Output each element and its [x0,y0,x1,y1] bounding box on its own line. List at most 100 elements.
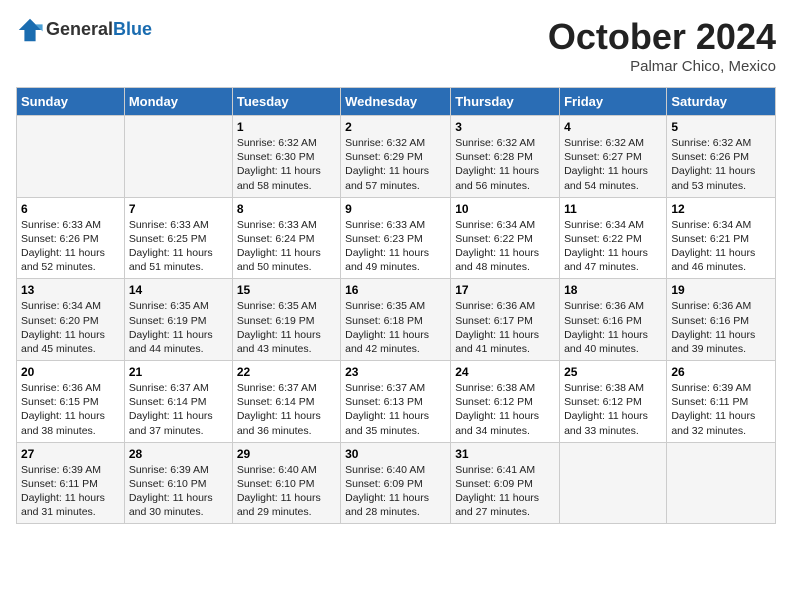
calendar-cell [560,442,667,524]
day-number: 6 [21,202,120,216]
day-info: Sunrise: 6:37 AM Sunset: 6:14 PM Dayligh… [237,381,336,438]
day-number: 5 [671,120,771,134]
calendar-cell: 26Sunrise: 6:39 AM Sunset: 6:11 PM Dayli… [667,361,776,443]
day-info: Sunrise: 6:39 AM Sunset: 6:10 PM Dayligh… [129,463,228,520]
day-number: 19 [671,283,771,297]
day-info: Sunrise: 6:36 AM Sunset: 6:16 PM Dayligh… [564,299,662,356]
day-number: 4 [564,120,662,134]
day-info: Sunrise: 6:34 AM Sunset: 6:22 PM Dayligh… [564,218,662,275]
week-row-2: 6 Sunrise: 6:33 AM Sunset: 6:26 PM Daylig… [17,197,776,279]
day-info: Sunrise: 6:36 AM Sunset: 6:17 PM Dayligh… [455,299,555,356]
day-number: 21 [129,365,228,379]
calendar-cell: 2Sunrise: 6:32 AM Sunset: 6:29 PM Daylig… [341,116,451,198]
day-info: Sunrise: 6:33 AM Sunset: 6:23 PM Dayligh… [345,218,446,275]
day-info: Sunrise: 6:34 AM Sunset: 6:22 PM Dayligh… [455,218,555,275]
day-number: 30 [345,447,446,461]
calendar-cell: 20 Sunrise: 6:36 AM Sunset: 6:15 PM Dayli… [17,361,125,443]
weekday-header-row: SundayMondayTuesdayWednesdayThursdayFrid… [17,88,776,116]
day-number: 27 [21,447,120,461]
day-info: Sunrise: 6:34 AM Sunset: 6:20 PM Dayligh… [21,299,120,356]
weekday-header-monday: Monday [124,88,232,116]
day-info: Sunrise: 6:36 AM Sunset: 6:15 PM Dayligh… [21,381,120,438]
day-number: 23 [345,365,446,379]
calendar-cell: 18 Sunrise: 6:36 AM Sunset: 6:16 PM Dayli… [560,279,667,361]
day-info: Sunrise: 6:38 AM Sunset: 6:12 PM Dayligh… [455,381,555,438]
day-number: 28 [129,447,228,461]
day-number: 26 [671,365,771,379]
day-info: Sunrise: 6:32 AM Sunset: 6:26 PM Dayligh… [671,136,771,193]
day-info: Sunrise: 6:32 AM Sunset: 6:28 PM Dayligh… [455,136,555,193]
calendar-cell: 7Sunrise: 6:33 AM Sunset: 6:25 PM Daylig… [124,197,232,279]
day-info: Sunrise: 6:40 AM Sunset: 6:09 PM Dayligh… [345,463,446,520]
day-number: 1 [237,120,336,134]
day-info: Sunrise: 6:35 AM Sunset: 6:19 PM Dayligh… [237,299,336,356]
day-number: 11 [564,202,662,216]
day-number: 10 [455,202,555,216]
day-number: 8 [237,202,336,216]
day-number: 22 [237,365,336,379]
day-number: 9 [345,202,446,216]
day-number: 24 [455,365,555,379]
day-info: Sunrise: 6:32 AM Sunset: 6:27 PM Dayligh… [564,136,662,193]
calendar-cell: 30 Sunrise: 6:40 AM Sunset: 6:09 PM Dayli… [341,442,451,524]
day-number: 18 [564,283,662,297]
calendar-cell: 12Sunrise: 6:34 AM Sunset: 6:21 PM Dayli… [667,197,776,279]
calendar-cell: 4 Sunrise: 6:32 AM Sunset: 6:27 PM Daylig… [560,116,667,198]
day-info: Sunrise: 6:35 AM Sunset: 6:19 PM Dayligh… [129,299,228,356]
day-info: Sunrise: 6:32 AM Sunset: 6:30 PM Dayligh… [237,136,336,193]
day-number: 31 [455,447,555,461]
day-number: 3 [455,120,555,134]
day-number: 17 [455,283,555,297]
weekday-header-thursday: Thursday [451,88,560,116]
calendar-cell: 10 Sunrise: 6:34 AM Sunset: 6:22 PM Dayli… [451,197,560,279]
calendar-cell: 21 Sunrise: 6:37 AM Sunset: 6:14 PM Dayli… [124,361,232,443]
calendar-cell [124,116,232,198]
calendar-cell: 17 Sunrise: 6:36 AM Sunset: 6:17 PM Dayli… [451,279,560,361]
calendar-cell: 29 Sunrise: 6:40 AM Sunset: 6:10 PM Dayli… [232,442,340,524]
weekday-header-friday: Friday [560,88,667,116]
day-info: Sunrise: 6:36 AM Sunset: 6:16 PM Dayligh… [671,299,771,356]
calendar-cell: 13Sunrise: 6:34 AM Sunset: 6:20 PM Dayli… [17,279,125,361]
calendar-table: SundayMondayTuesdayWednesdayThursdayFrid… [16,87,776,524]
logo-blue-text: Blue [113,19,152,39]
month-title: October 2024 [548,16,776,58]
day-info: Sunrise: 6:38 AM Sunset: 6:12 PM Dayligh… [564,381,662,438]
calendar-cell: 27Sunrise: 6:39 AM Sunset: 6:11 PM Dayli… [17,442,125,524]
calendar-cell [667,442,776,524]
calendar-cell: 25Sunrise: 6:38 AM Sunset: 6:12 PM Dayli… [560,361,667,443]
calendar-cell: 19 Sunrise: 6:36 AM Sunset: 6:16 PM Dayli… [667,279,776,361]
day-number: 16 [345,283,446,297]
weekday-header-saturday: Saturday [667,88,776,116]
day-info: Sunrise: 6:40 AM Sunset: 6:10 PM Dayligh… [237,463,336,520]
day-info: Sunrise: 6:35 AM Sunset: 6:18 PM Dayligh… [345,299,446,356]
week-row-3: 13Sunrise: 6:34 AM Sunset: 6:20 PM Dayli… [17,279,776,361]
day-info: Sunrise: 6:37 AM Sunset: 6:13 PM Dayligh… [345,381,446,438]
calendar-cell: 9 Sunrise: 6:33 AM Sunset: 6:23 PM Daylig… [341,197,451,279]
weekday-header-sunday: Sunday [17,88,125,116]
day-number: 14 [129,283,228,297]
calendar-cell: 14 Sunrise: 6:35 AM Sunset: 6:19 PM Dayli… [124,279,232,361]
day-info: Sunrise: 6:37 AM Sunset: 6:14 PM Dayligh… [129,381,228,438]
logo-icon [16,16,44,44]
day-number: 20 [21,365,120,379]
day-info: Sunrise: 6:33 AM Sunset: 6:26 PM Dayligh… [21,218,120,275]
day-number: 15 [237,283,336,297]
weekday-header-tuesday: Tuesday [232,88,340,116]
day-number: 2 [345,120,446,134]
calendar-cell: 15 Sunrise: 6:35 AM Sunset: 6:19 PM Dayli… [232,279,340,361]
week-row-1: 1 Sunrise: 6:32 AM Sunset: 6:30 PM Daylig… [17,116,776,198]
logo: GeneralBlue [16,16,152,44]
calendar-cell: 16 Sunrise: 6:35 AM Sunset: 6:18 PM Dayli… [341,279,451,361]
day-number: 29 [237,447,336,461]
weekday-header-wednesday: Wednesday [341,88,451,116]
calendar-cell: 5 Sunrise: 6:32 AM Sunset: 6:26 PM Daylig… [667,116,776,198]
title-block: October 2024 Palmar Chico, Mexico [548,16,776,75]
calendar-cell: 1 Sunrise: 6:32 AM Sunset: 6:30 PM Daylig… [232,116,340,198]
page-header: GeneralBlue October 2024 Palmar Chico, M… [16,16,776,75]
day-info: Sunrise: 6:33 AM Sunset: 6:25 PM Dayligh… [129,218,228,275]
day-info: Sunrise: 6:33 AM Sunset: 6:24 PM Dayligh… [237,218,336,275]
calendar-cell: 23 Sunrise: 6:37 AM Sunset: 6:13 PM Dayli… [341,361,451,443]
calendar-cell: 28 Sunrise: 6:39 AM Sunset: 6:10 PM Dayli… [124,442,232,524]
calendar-cell: 31Sunrise: 6:41 AM Sunset: 6:09 PM Dayli… [451,442,560,524]
location-subtitle: Palmar Chico, Mexico [548,58,776,75]
